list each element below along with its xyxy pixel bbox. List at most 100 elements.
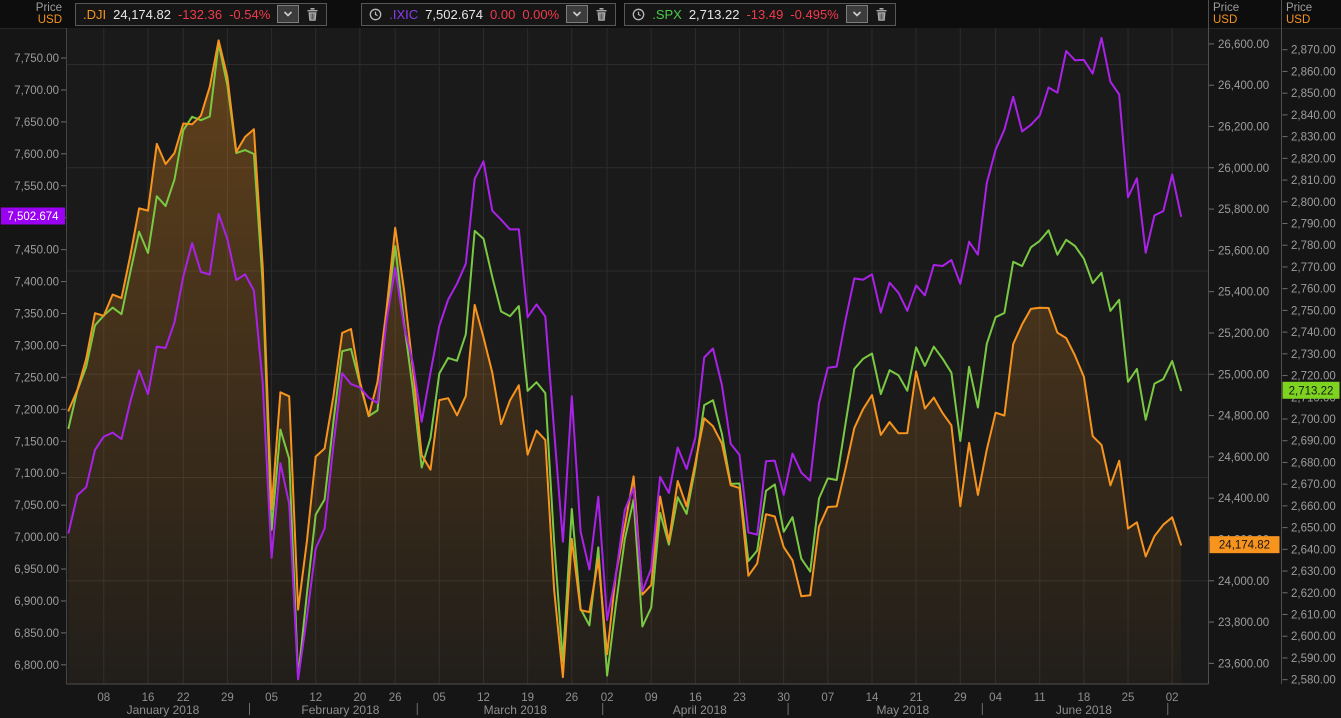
left-axis-tick-label: 7,350.00: [14, 309, 59, 321]
date-tick-label: 05: [433, 692, 446, 704]
trash-icon: [876, 7, 887, 21]
left-axis-tick-label: 7,650.00: [14, 117, 59, 129]
legend-row: .DJI 24,174.82 -132.36 -0.54% .IXIC 7,50…: [75, 0, 930, 28]
right-axis1-tick-label: 25,800.00: [1218, 204, 1269, 216]
date-tick-label: 23: [733, 692, 746, 704]
right-axis1-header: Price USD: [1213, 2, 1239, 26]
right-axis2-tick-label: 2,810.00: [1291, 175, 1336, 187]
left-axis-tick-label: 7,750.00: [14, 53, 59, 65]
date-tick-label: 26: [565, 692, 578, 704]
right-axis2-tick-label: 2,640.00: [1291, 544, 1336, 556]
left-axis-tick-label: 7,300.00: [14, 340, 59, 352]
right-axis1-tick-label: 26,000.00: [1218, 163, 1269, 175]
legend-symbol-ixic: .IXIC: [389, 6, 419, 22]
legend-change-spx: -13.49: [746, 6, 784, 22]
delete-series-button[interactable]: [306, 7, 319, 22]
legend-value-ixic: 7,502.674: [425, 6, 484, 22]
legend-dropdown-button[interactable]: [277, 5, 300, 23]
left-axis-tick-label: 7,200.00: [14, 404, 59, 416]
legend-change-pct-ixic: 0.00%: [522, 6, 560, 22]
month-label: May 2018: [877, 703, 930, 717]
dji-last-price-badge-text: 24,174.82: [1219, 540, 1270, 552]
right-axis2-tick-label: 2,850.00: [1291, 88, 1336, 100]
month-label: February 2018: [301, 703, 379, 717]
chart-application-window: Price USD Price USD Price USD .DJI 24,17…: [0, 0, 1341, 718]
right-axis1-tick-label: 25,000.00: [1218, 369, 1269, 381]
right-axis1-tick-label: 23,800.00: [1218, 617, 1269, 629]
left-axis-header: Price USD: [0, 2, 62, 26]
right-axis2-tick-label: 2,860.00: [1291, 66, 1336, 78]
right-axis1-tick-label: 23,600.00: [1218, 658, 1269, 670]
right-axis1-tick-label: 24,800.00: [1218, 411, 1269, 423]
chevron-down-icon: [852, 11, 861, 17]
legend-ixic[interactable]: .IXIC 7,502.674 0.00 0.00%: [361, 2, 617, 26]
right-axis2-tick-label: 2,650.00: [1291, 523, 1336, 535]
clock-icon: [632, 8, 645, 20]
right-axis2-tick-label: 2,730.00: [1291, 349, 1336, 361]
right-axis2-header: Price USD: [1286, 2, 1312, 26]
right-axis2-tick-label: 2,770.00: [1291, 262, 1336, 274]
right-axis2-tick-label: 2,610.00: [1291, 609, 1336, 621]
legend-value-dji: 24,174.82: [113, 6, 171, 22]
clock-icon: [369, 8, 382, 20]
legend-value-spx: 2,713.22: [688, 6, 740, 22]
right-axis2-tick-label: 2,790.00: [1291, 218, 1336, 230]
date-tick-label: 29: [954, 692, 967, 704]
date-tick-label: 04: [989, 692, 1002, 704]
right-axis1-tick-label: 25,400.00: [1218, 287, 1269, 299]
chevron-down-icon: [284, 11, 293, 17]
legend-change-pct-spx: -0.495%: [790, 6, 839, 22]
delete-series-button[interactable]: [875, 7, 888, 22]
month-label: March 2018: [484, 703, 548, 717]
right-axis2-tick-label: 2,830.00: [1291, 132, 1336, 144]
legend-symbol-dji: .DJI: [83, 6, 107, 22]
right-axis2-tick-label: 2,620.00: [1291, 588, 1336, 600]
right-axis2-tick-label: 2,580.00: [1291, 675, 1336, 687]
right-axis2-tick-label: 2,590.00: [1291, 653, 1336, 665]
legend-dji[interactable]: .DJI 24,174.82 -132.36 -0.54%: [75, 2, 328, 26]
right-axis1-currency-label: USD: [1213, 14, 1238, 26]
right-axis2-tick-label: 2,870.00: [1291, 45, 1336, 57]
right-axis2-tick-label: 2,700.00: [1291, 414, 1336, 426]
right-axis2-tick-label: 2,750.00: [1291, 305, 1336, 317]
left-axis-tick-label: 7,550.00: [14, 181, 59, 193]
ixic-last-price-badge-text: 7,502.674: [7, 211, 59, 223]
right-axis2-tick-label: 2,780.00: [1291, 240, 1336, 252]
right-axis2-tick-label: 2,660.00: [1291, 501, 1336, 513]
right-axis2-tick-label: 2,600.00: [1291, 631, 1336, 643]
right-axis2-tick-label: 2,820.00: [1291, 153, 1336, 165]
right-axis2-tick-label: 2,690.00: [1291, 436, 1336, 448]
chevron-down-icon: [573, 11, 582, 17]
right-axis2-price-label: Price: [1286, 2, 1313, 14]
right-axis2-tick-label: 2,720.00: [1291, 371, 1336, 383]
left-axis-tick-label: 7,600.00: [14, 149, 59, 161]
right-axis2-tick-label: 2,840.00: [1291, 110, 1336, 122]
left-axis-tick-label: 7,450.00: [14, 245, 59, 257]
trash-icon: [307, 7, 318, 21]
date-tick-label: 25: [1122, 692, 1135, 704]
price-chart[interactable]: 7,750.00 7,700.00 7,650.00 7,600.00 7,550.00…: [0, 0, 1341, 718]
right-axis1-tick-label: 26,200.00: [1218, 121, 1269, 133]
right-axis1-tick-label: 24,400.00: [1218, 493, 1269, 505]
right-axis1-tick-label: 25,600.00: [1218, 245, 1269, 257]
date-tick-label: 11: [1034, 692, 1046, 704]
date-tick-label: 29: [221, 692, 234, 704]
legend-spx[interactable]: .SPX 2,713.22 -13.49 -0.495%: [624, 2, 896, 26]
right-axis2-tick-label: 2,630.00: [1291, 566, 1336, 578]
trash-icon: [596, 7, 607, 21]
left-axis-tick-label: 7,250.00: [14, 372, 59, 384]
date-tick-label: 09: [645, 692, 658, 704]
legend-dropdown-button[interactable]: [566, 5, 589, 23]
left-axis-tick-label: 6,950.00: [14, 564, 59, 576]
legend-dropdown-button[interactable]: [845, 5, 868, 23]
right-axis2-tick-label: 2,760.00: [1291, 284, 1336, 296]
legend-symbol-spx: .SPX: [652, 6, 682, 22]
right-axis2-tick-label: 2,670.00: [1291, 479, 1336, 491]
left-axis-currency-label: USD: [37, 14, 62, 26]
month-label: April 2018: [673, 703, 727, 717]
delete-series-button[interactable]: [595, 7, 608, 22]
left-axis-tick-label: 7,050.00: [14, 500, 59, 512]
legend-change-pct-dji: -0.54%: [229, 6, 271, 22]
date-tick-label: 30: [777, 692, 790, 704]
right-axis1-price-label: Price: [1213, 2, 1240, 14]
